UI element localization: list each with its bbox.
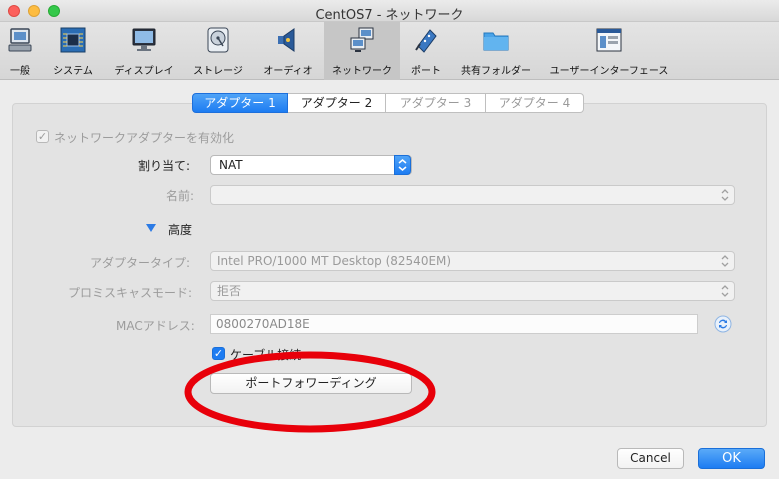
- enable-adapter-label: ネットワークアダプターを有効化: [54, 131, 235, 145]
- toolbar-item-ports[interactable]: ポート: [402, 22, 450, 80]
- attached-to-label: 割り当て:: [138, 159, 191, 173]
- toolbar-label: ユーザーインターフェース: [549, 66, 669, 77]
- toolbar-label: ストレージ: [193, 66, 243, 77]
- chevron-updown-icon: [398, 159, 407, 171]
- cancel-button[interactable]: Cancel: [617, 448, 684, 469]
- cable-connected-label: ケーブル接続: [230, 348, 302, 362]
- title-bar: CentOS7 - ネットワーク: [0, 0, 779, 23]
- disclosure-triangle-icon[interactable]: [146, 224, 156, 233]
- advanced-label: 高度: [168, 223, 193, 237]
- toolbar-label: 一般: [10, 66, 30, 77]
- mac-address-label: MACアドレス:: [116, 319, 195, 333]
- chevron-updown-icon: [721, 285, 729, 297]
- toolbar-label: ネットワーク: [332, 66, 392, 77]
- toolbar-label: オーディオ: [263, 66, 313, 77]
- disk-icon: [207, 27, 229, 53]
- tab-adapter-1[interactable]: アダプター 1: [192, 93, 288, 113]
- general-icon: [8, 28, 32, 52]
- promiscuous-mode-select[interactable]: 拒否: [210, 281, 735, 301]
- window-title: CentOS7 - ネットワーク: [315, 8, 464, 23]
- tab-adapter-4[interactable]: アダプター 4: [486, 93, 584, 113]
- monitor-icon: [132, 28, 156, 51]
- ui-icon: [596, 28, 622, 52]
- port-forwarding-button[interactable]: ポートフォワーディング: [210, 373, 412, 394]
- port-icon: [415, 29, 437, 53]
- folder-icon: [483, 32, 509, 51]
- promiscuous-mode-label: プロミスキャスモード:: [68, 286, 193, 300]
- toolbar-label: システム: [53, 66, 93, 77]
- chevron-updown-icon: [721, 255, 729, 267]
- speaker-icon: [278, 28, 295, 52]
- adapter-type-value: Intel PRO/1000 MT Desktop (82540EM): [217, 254, 452, 268]
- toolbar-label: 共有フォルダー: [461, 66, 531, 77]
- ok-button[interactable]: OK: [698, 448, 765, 469]
- toolbar-label: ディスプレイ: [114, 66, 174, 77]
- name-select[interactable]: [210, 185, 735, 205]
- promiscuous-mode-value: 拒否: [217, 284, 242, 298]
- toolbar-item-system[interactable]: システム: [42, 22, 104, 80]
- toolbar-item-network[interactable]: ネットワーク: [324, 22, 400, 80]
- tab-adapter-2[interactable]: アダプター 2: [288, 93, 386, 113]
- toolbar-item-shared-folders[interactable]: 共有フォルダー: [452, 22, 540, 80]
- toolbar-item-user-interface[interactable]: ユーザーインターフェース: [542, 22, 676, 80]
- attached-to-select[interactable]: NAT: [210, 155, 412, 175]
- adapter-type-select[interactable]: Intel PRO/1000 MT Desktop (82540EM): [210, 251, 735, 271]
- tab-adapter-3[interactable]: アダプター 3: [386, 93, 486, 113]
- adapter-type-label: アダプタータイプ:: [90, 256, 191, 270]
- attached-to-value: NAT: [219, 158, 243, 172]
- refresh-mac-icon[interactable]: [714, 315, 732, 333]
- toolbar-item-audio[interactable]: オーディオ: [254, 22, 322, 80]
- mac-address-field[interactable]: 0800270AD18E: [210, 314, 698, 334]
- chip-icon: [60, 27, 86, 53]
- toolbar-item-general[interactable]: 一般: [0, 22, 40, 80]
- toolbar-label: ポート: [411, 66, 441, 77]
- enable-adapter-checkbox[interactable]: ✓: [36, 130, 49, 143]
- name-label: 名前:: [166, 189, 195, 203]
- select-stepper: [394, 155, 411, 175]
- chevron-updown-icon: [721, 189, 729, 201]
- cable-connected-checkbox[interactable]: ✓: [212, 347, 225, 360]
- network-icon: [350, 27, 374, 52]
- toolbar-item-storage[interactable]: ストレージ: [184, 22, 252, 80]
- adapter-tabs: アダプター 1 アダプター 2 アダプター 3 アダプター 4: [192, 93, 584, 113]
- toolbar-item-display[interactable]: ディスプレイ: [106, 22, 182, 80]
- settings-toolbar: 一般 システム ディスプレイ ストレージ オーディオ ネットワーク ポート 共有…: [0, 22, 779, 80]
